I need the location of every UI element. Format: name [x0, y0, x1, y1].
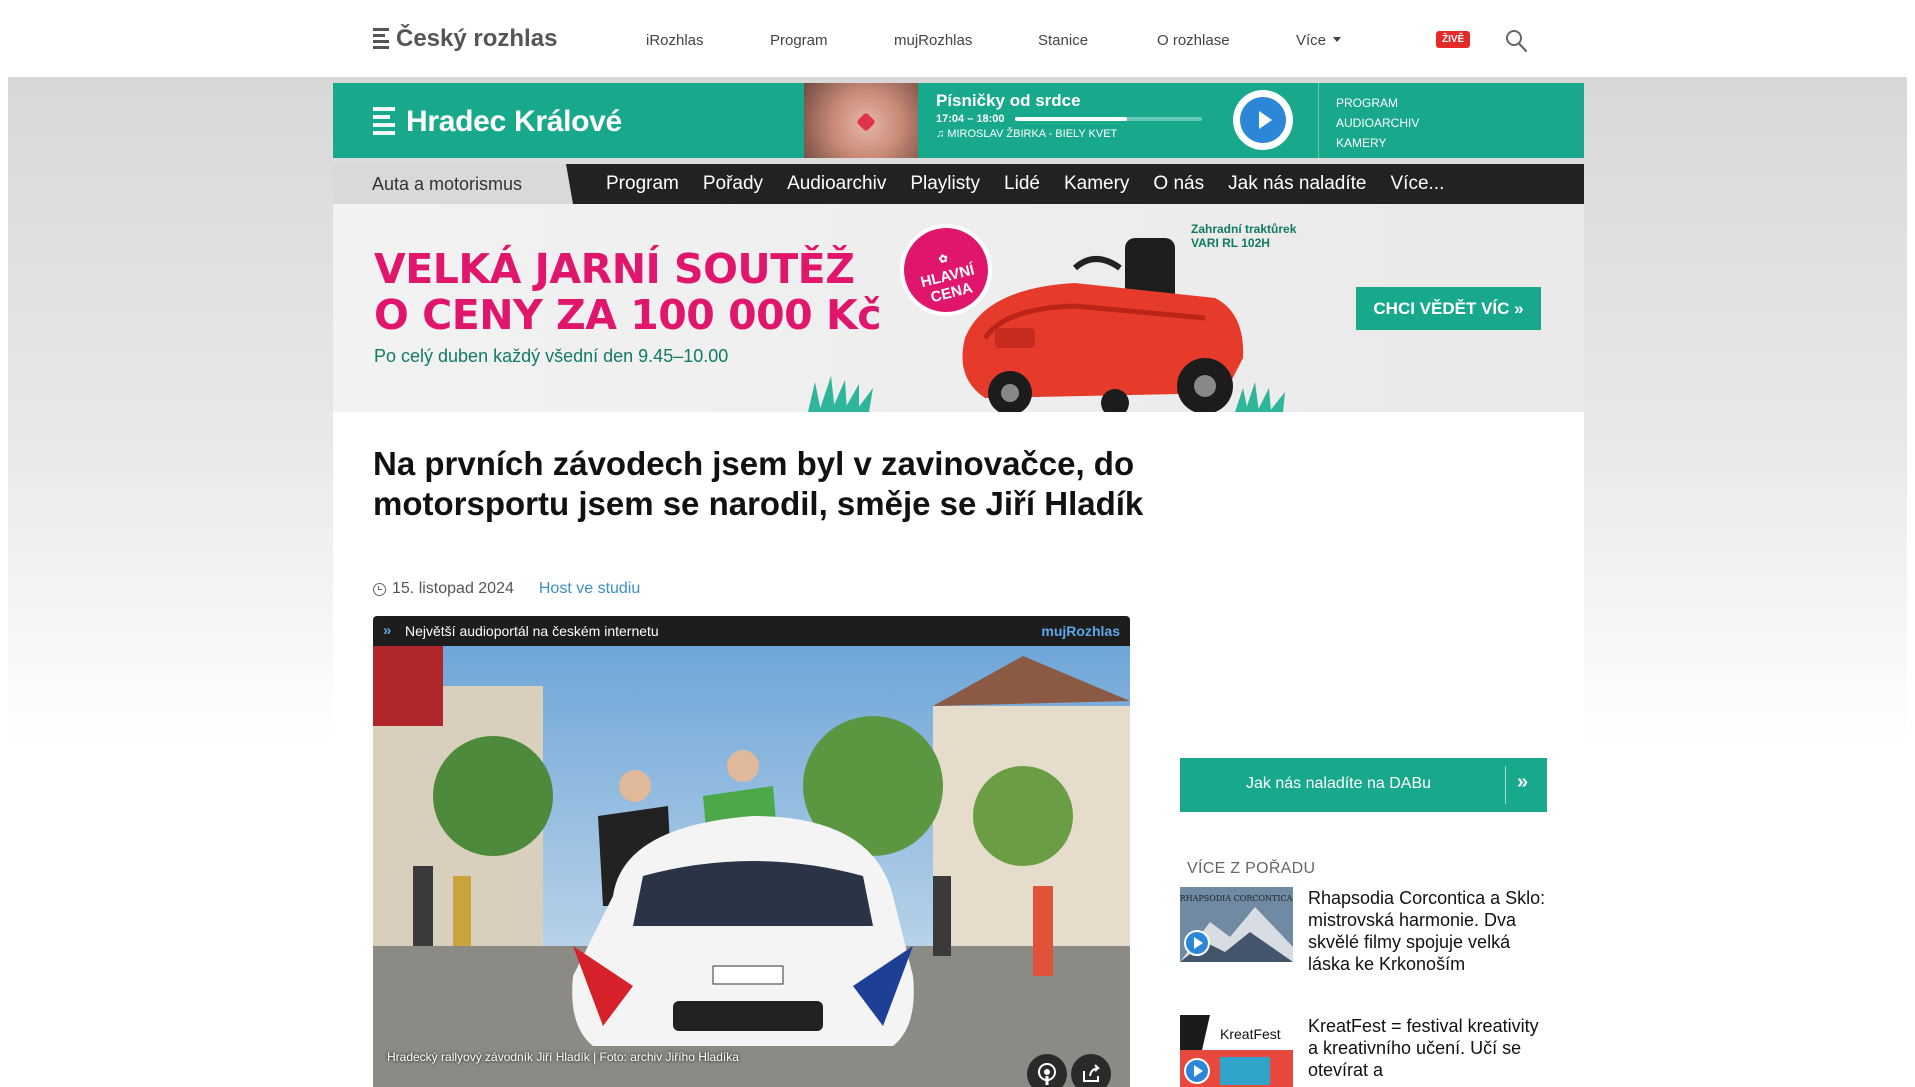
dab-button-label: Jak nás naladíte na DABu — [1246, 775, 1432, 792]
music-note-icon: ♫ — [936, 128, 948, 140]
article-date: 15. listopad 2024 — [392, 580, 514, 597]
more-item-thumbnail[interactable]: KreatFest — [1180, 1015, 1293, 1087]
prize-label-line-2: VARI RL 102H — [1191, 236, 1270, 250]
promo-banner[interactable]: VELKÁ JARNÍ SOUTĚŽ O CENY ZA 100 000 Kč … — [333, 204, 1584, 412]
mujrozhlas-brand[interactable]: mujRozhlas — [1041, 623, 1120, 639]
more-item-thumbnail[interactable]: RHAPSODIA CORCONTICA — [1180, 887, 1293, 962]
menu-item-porady[interactable]: Pořady — [703, 173, 763, 195]
play-icon[interactable] — [1184, 1058, 1210, 1084]
menu-item-vice[interactable]: Více... — [1391, 173, 1445, 195]
thumb-title: KreatFest — [1220, 1026, 1281, 1042]
play-button[interactable] — [1233, 90, 1293, 150]
prize-label-line-1: Zahradní traktůrek — [1191, 222, 1297, 236]
menu-item-playlisty[interactable]: Playlisty — [910, 173, 980, 195]
player-title[interactable]: Písničky od srdce — [936, 91, 1236, 111]
logo-text: Český rozhlas — [396, 25, 558, 52]
player-song-row: ♫ MIROSLAV ŽBIRKA - BIELY KVET — [936, 128, 1236, 140]
player-time-row: 17:04 – 18:00 — [936, 113, 1236, 125]
podcast-icon — [1038, 1063, 1056, 1085]
search-icon[interactable] — [1505, 29, 1527, 53]
menu-item-lide[interactable]: Lidé — [1004, 173, 1040, 195]
menu-item-program[interactable]: Program — [606, 173, 679, 195]
menu-item-audioarchiv[interactable]: Audioarchiv — [787, 173, 886, 195]
station-menu-items: Program Pořady Audioarchiv Playlisty Lid… — [606, 173, 1468, 195]
double-chevron-icon: » — [383, 622, 392, 639]
more-item-title[interactable]: KreatFest = festival kreativity a kreati… — [1308, 1015, 1548, 1081]
menu-item-jak-nas-naladite[interactable]: Jak nás naladíte — [1228, 173, 1366, 195]
article-photo[interactable]: Hradecký rallyový závodník Jiří Hladík |… — [373, 646, 1130, 1087]
article-area: Na prvních závodech jsem byl v zavinovač… — [333, 412, 1584, 1087]
clock-icon — [373, 582, 386, 596]
grass-icon — [808, 376, 873, 412]
station-logo-bars-icon — [373, 107, 395, 137]
station-header: Hradec Králové Písničky od srdce 17:04 –… — [333, 83, 1584, 158]
player-song: MIROSLAV ŽBIRKA - BIELY KVET — [947, 128, 1118, 140]
article-title: Na prvních závodech jsem byl v zavinovač… — [373, 445, 1144, 522]
share-button[interactable] — [1071, 1054, 1111, 1087]
station-links: PROGRAM AUDIOARCHIV KAMERY — [1336, 93, 1419, 153]
more-from-show-heading: Více z pořadu — [1187, 860, 1316, 877]
media-promo-text: Největší audioportál na českém internetu — [405, 623, 659, 639]
nav-link-program[interactable]: Program — [770, 32, 828, 49]
play-icon — [1240, 97, 1286, 143]
nav-link-mujrozhlas[interactable]: mujRozhlas — [894, 32, 972, 49]
player-progress-fill — [1014, 117, 1127, 121]
menu-item-o-nas[interactable]: O nás — [1153, 173, 1204, 195]
station-logo[interactable]: Hradec Králové — [373, 105, 622, 139]
cesky-rozhlas-logo[interactable]: Český rozhlas — [373, 25, 557, 53]
more-item-title[interactable]: Rhapsodia Corcontica a Sklo: mistrovská … — [1308, 887, 1548, 975]
heart-icon — [856, 112, 876, 132]
nav-link-vice[interactable]: Více — [1296, 32, 1341, 49]
nav-link-o-rozhlase[interactable]: O rozhlase — [1157, 32, 1230, 49]
banner-headline: VELKÁ JARNÍ SOUTĚŽ O CENY ZA 100 000 Kč — [374, 245, 882, 339]
play-icon[interactable] — [1184, 930, 1210, 956]
nav-link-irozhlas[interactable]: iRozhlas — [646, 32, 704, 49]
menu-item-kamery[interactable]: Kamery — [1064, 173, 1129, 195]
podcast-button[interactable] — [1027, 1054, 1067, 1087]
station-link-kamery[interactable]: KAMERY — [1336, 133, 1419, 153]
station-name: Hradec Králové — [406, 105, 622, 138]
banner-headline-line-2: O CENY ZA 100 000 Kč — [374, 291, 882, 339]
banner-headline-line-1: VELKÁ JARNÍ SOUTĚŽ — [374, 245, 855, 293]
article-meta: 15. listopad 2024 Host ve studiu — [373, 580, 640, 598]
section-tab[interactable]: Auta a motorismus — [333, 164, 573, 204]
player-info: Písničky od srdce 17:04 – 18:00 ♫ MIROSL… — [936, 91, 1236, 140]
photo-caption: Hradecký rallyový závodník Jiří Hladík |… — [387, 1050, 739, 1064]
top-navigation: Český rozhlas iRozhlas Program mujRozhla… — [0, 0, 1915, 77]
double-chevron-icon: » — [1517, 771, 1529, 793]
banner-cta-button[interactable]: CHCI VĚDĚT VÍC » — [1356, 287, 1541, 330]
prize-label: Zahradní traktůrek VARI RL 102H — [1191, 222, 1296, 250]
player-time: 17:04 – 18:00 — [936, 113, 1005, 125]
nav-link-stanice[interactable]: Stanice — [1038, 32, 1088, 49]
station-divider — [1318, 83, 1319, 158]
live-badge[interactable]: ŽIVĚ — [1436, 31, 1471, 48]
dab-button-divider — [1505, 766, 1506, 804]
station-link-audioarchiv[interactable]: AUDIOARCHIV — [1336, 113, 1419, 133]
article-media: » Největší audioportál na českém interne… — [373, 616, 1130, 1087]
article-show-link[interactable]: Host ve studiu — [539, 580, 640, 598]
thumb-title: RHAPSODIA CORCONTICA — [1180, 894, 1293, 903]
dab-tuning-button[interactable]: Jak nás naladíte na DABu » — [1180, 758, 1547, 812]
station-menu: Auta a motorismus Program Pořady Audioar… — [333, 164, 1584, 204]
logo-bars-icon — [373, 28, 389, 50]
rally-car-photo — [373, 646, 1130, 1087]
banner-subline: Po celý duben každý všední den 9.45–10.0… — [374, 346, 729, 366]
station-link-program[interactable]: PROGRAM — [1336, 93, 1419, 113]
player-thumbnail[interactable] — [804, 83, 918, 158]
share-icon — [1083, 1064, 1101, 1082]
media-promo-bar[interactable]: » Největší audioportál na českém interne… — [373, 616, 1130, 646]
section-tab-label: Auta a motorismus — [372, 174, 523, 194]
player-progress-bar — [1014, 117, 1202, 121]
